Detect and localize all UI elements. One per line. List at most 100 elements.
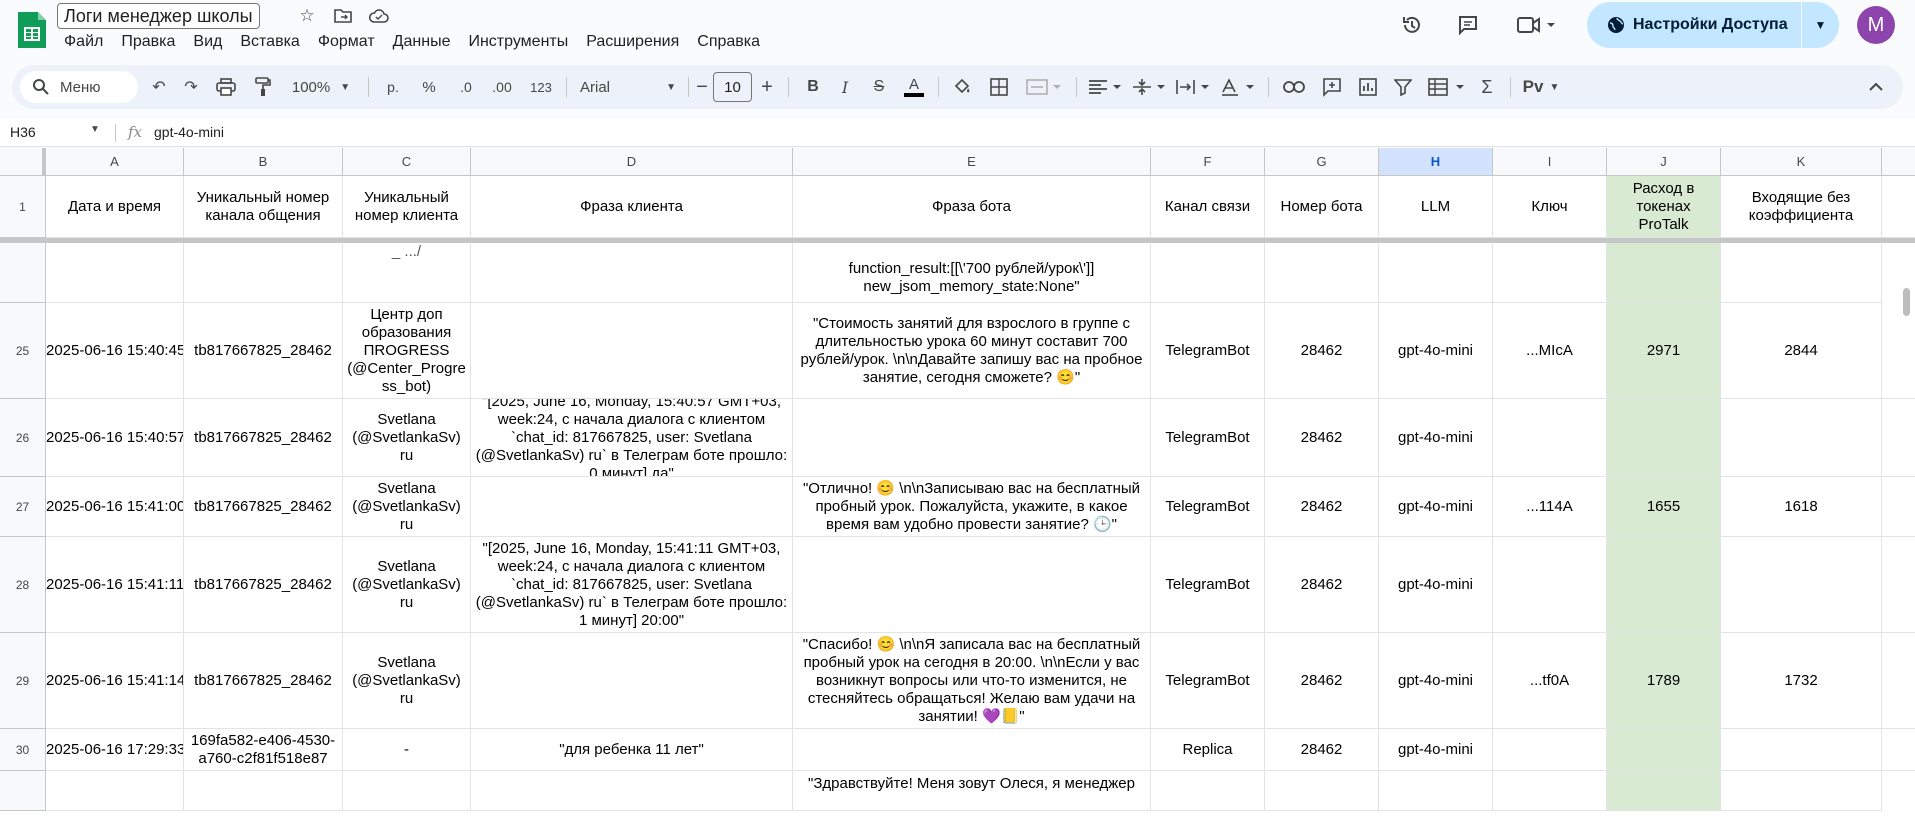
- header-cell[interactable]: Уникальный номер канала общения: [184, 176, 343, 238]
- header-cell[interactable]: Ключ: [1493, 176, 1607, 238]
- table-cell[interactable]: 2025-06-16 15:41:11: [46, 537, 184, 633]
- row-header[interactable]: 27: [0, 477, 46, 537]
- menu-extensions[interactable]: Расширения: [577, 31, 688, 53]
- paint-format-icon[interactable]: [250, 65, 276, 109]
- table-cell[interactable]: [471, 303, 793, 399]
- table-cell[interactable]: 1618: [1721, 477, 1882, 537]
- share-button[interactable]: Настройки Доступа ▼: [1587, 2, 1839, 48]
- table-cell[interactable]: -: [343, 729, 471, 771]
- table-cell[interactable]: 28462: [1265, 537, 1379, 633]
- comment-icon[interactable]: [1453, 10, 1483, 40]
- row-header[interactable]: 30: [0, 729, 46, 771]
- history-icon[interactable]: [1397, 10, 1427, 40]
- table-cell[interactable]: [46, 243, 184, 303]
- star-icon[interactable]: ☆: [297, 6, 317, 26]
- table-cell[interactable]: [343, 771, 471, 811]
- menu-data[interactable]: Данные: [384, 31, 460, 53]
- table-cell[interactable]: [1607, 537, 1721, 633]
- column-header-c[interactable]: C: [343, 148, 471, 176]
- formula-input[interactable]: gpt-4o-mini: [154, 124, 224, 140]
- table-cell[interactable]: [1721, 729, 1882, 771]
- table-cell[interactable]: [471, 771, 793, 811]
- row-header[interactable]: 1: [0, 176, 46, 238]
- table-cell[interactable]: "Здравствуйте! Меня зовут Олеся, я менед…: [793, 771, 1151, 811]
- table-cell[interactable]: [1607, 399, 1721, 477]
- menu-tools[interactable]: Инструменты: [459, 31, 577, 53]
- column-header-j[interactable]: J: [1607, 148, 1721, 176]
- insert-chart-icon[interactable]: [1354, 65, 1382, 109]
- menu-view[interactable]: Вид: [184, 31, 231, 53]
- table-cell[interactable]: [1493, 729, 1607, 771]
- redo-icon[interactable]: ↷: [178, 65, 204, 109]
- table-cell[interactable]: [1721, 537, 1882, 633]
- zoom-select[interactable]: 100% ▼: [288, 65, 354, 109]
- number-format-button[interactable]: 123: [524, 65, 558, 109]
- table-cell[interactable]: [184, 771, 343, 811]
- column-header-b[interactable]: B: [184, 148, 343, 176]
- table-cell[interactable]: 28462: [1265, 399, 1379, 477]
- table-cell[interactable]: "[2025, June 16, Monday, 15:40:57 GMT+03…: [471, 399, 793, 477]
- functions-icon[interactable]: Σ: [1474, 65, 1500, 109]
- table-cell[interactable]: [793, 537, 1151, 633]
- font-size-decrease-icon[interactable]: −: [692, 65, 712, 109]
- borders-icon[interactable]: [986, 65, 1012, 109]
- column-header-k[interactable]: K: [1721, 148, 1882, 176]
- table-cell[interactable]: gpt-4o-mini: [1379, 399, 1493, 477]
- table-cell[interactable]: tb817667825_28462: [184, 633, 343, 729]
- document-title[interactable]: Логи менеджер школы: [57, 3, 260, 29]
- table-cell[interactable]: 28462: [1265, 477, 1379, 537]
- percent-button[interactable]: %: [416, 65, 442, 109]
- avatar[interactable]: M: [1857, 6, 1895, 44]
- column-header-d[interactable]: D: [471, 148, 793, 176]
- link-icon[interactable]: [1280, 65, 1308, 109]
- menu-format[interactable]: Формат: [309, 31, 384, 53]
- strikethrough-icon[interactable]: S: [866, 65, 892, 109]
- table-cell[interactable]: [1721, 399, 1882, 477]
- header-cell[interactable]: Фраза бота: [793, 176, 1151, 238]
- text-rotation-icon[interactable]: [1216, 65, 1260, 109]
- table-cell[interactable]: "Стоимость занятий для взрослого в групп…: [793, 303, 1151, 399]
- table-cell[interactable]: TelegramBot: [1151, 303, 1265, 399]
- filter-views-icon[interactable]: [1424, 65, 1470, 109]
- cloud-status-icon[interactable]: [369, 6, 389, 26]
- menu-help[interactable]: Справка: [688, 31, 769, 53]
- table-cell[interactable]: Replica: [1151, 729, 1265, 771]
- table-cell[interactable]: 2025-06-16 15:40:45: [46, 303, 184, 399]
- row-header[interactable]: [0, 243, 46, 303]
- row-header[interactable]: 25: [0, 303, 46, 399]
- menu-search[interactable]: Меню: [20, 71, 138, 103]
- column-header-h[interactable]: H: [1379, 148, 1493, 176]
- table-cell[interactable]: 1732: [1721, 633, 1882, 729]
- table-cell[interactable]: [1607, 771, 1721, 811]
- font-size-increase-icon[interactable]: +: [756, 65, 778, 109]
- text-wrap-icon[interactable]: [1172, 65, 1214, 109]
- table-cell[interactable]: Svetlana (@SvetlankaSv) ru: [343, 477, 471, 537]
- row-header[interactable]: [0, 771, 46, 811]
- header-cell[interactable]: Канал связи: [1151, 176, 1265, 238]
- table-cell[interactable]: "для ребенка 11 лет": [471, 729, 793, 771]
- share-dropdown-icon[interactable]: ▼: [1802, 18, 1839, 32]
- text-color-icon[interactable]: A: [900, 65, 928, 109]
- table-cell[interactable]: 2025-06-16 15:40:57: [46, 399, 184, 477]
- meet-icon[interactable]: [1512, 10, 1562, 40]
- table-cell[interactable]: tb817667825_28462: [184, 477, 343, 537]
- table-cell[interactable]: 2025-06-16 15:41:14: [46, 633, 184, 729]
- table-cell[interactable]: 1655: [1607, 477, 1721, 537]
- table-cell[interactable]: 28462: [1265, 633, 1379, 729]
- column-header-a[interactable]: A: [46, 148, 184, 176]
- insert-comment-icon[interactable]: [1318, 65, 1346, 109]
- table-cell[interactable]: _ .../: [343, 243, 471, 303]
- collapse-toolbar-icon[interactable]: [1862, 65, 1890, 109]
- select-all-corner[interactable]: [0, 148, 46, 176]
- table-cell[interactable]: [1265, 771, 1379, 811]
- row-header[interactable]: 28: [0, 537, 46, 633]
- table-cell[interactable]: [46, 771, 184, 811]
- table-cell[interactable]: [1493, 243, 1607, 303]
- row-header[interactable]: 26: [0, 399, 46, 477]
- table-cell[interactable]: [1379, 771, 1493, 811]
- table-cell[interactable]: Svetlana (@SvetlankaSv) ru: [343, 537, 471, 633]
- table-cell[interactable]: Svetlana (@SvetlankaSv) ru: [343, 399, 471, 477]
- table-cell[interactable]: gpt-4o-mini: [1379, 537, 1493, 633]
- menu-edit[interactable]: Правка: [112, 31, 184, 53]
- table-cell[interactable]: Svetlana (@SvetlankaSv) ru: [343, 633, 471, 729]
